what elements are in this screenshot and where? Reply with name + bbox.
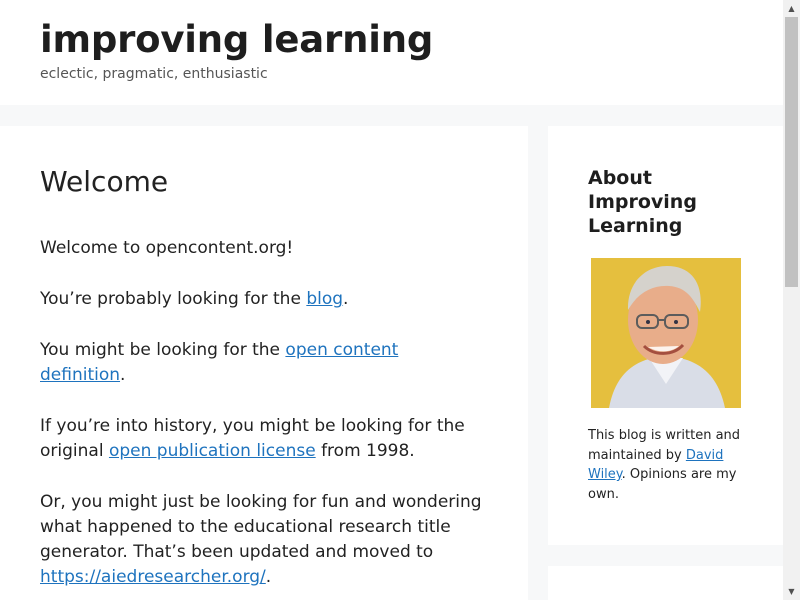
author-photo-icon [591, 258, 741, 408]
site-header: improving learning eclectic, pragmatic, … [0, 0, 783, 105]
widget-title: About Improving Learning [588, 167, 697, 237]
content-body: Welcome to opencontent.org! You’re proba… [40, 236, 485, 600]
paragraph-generator-text: Or, you might just be looking for fun an… [40, 492, 482, 562]
paragraph-definition-text: You might be looking for the [40, 340, 286, 360]
paragraph-generator-end: . [265, 567, 272, 587]
paragraph-generator: Or, you might just be looking for fun an… [40, 490, 485, 590]
page-title: Welcome [40, 165, 169, 198]
paragraph-welcome: Welcome to opencontent.org! [40, 236, 485, 261]
page: improving learning eclectic, pragmatic, … [0, 0, 800, 600]
paragraph-blog-end: . [343, 289, 349, 309]
paragraph-definition: You might be looking for the open conten… [40, 338, 485, 388]
aiedresearcher-link[interactable]: https://aiedresearcher.org/ [40, 567, 266, 587]
paragraph-history: If you’re into history, you might be loo… [40, 414, 485, 464]
author-photo [591, 258, 741, 408]
scrollbar-thumb[interactable] [785, 17, 798, 287]
widget-description: This blog is written and maintained by D… [588, 426, 748, 504]
vertical-scrollbar[interactable]: ▲ ▼ [783, 0, 800, 600]
paragraph-blog-text: You’re probably looking for the [40, 289, 307, 309]
sidebar-widget-next [548, 566, 783, 600]
site-tagline: eclectic, pragmatic, enthusiastic [40, 66, 268, 82]
paragraph-blog: You’re probably looking for the blog. [40, 287, 485, 312]
paragraph-definition-end: . [120, 365, 126, 385]
site-title[interactable]: improving learning [40, 18, 433, 61]
paragraph-welcome-text: Welcome to opencontent.org! [40, 238, 294, 258]
scroll-up-arrow-icon[interactable]: ▲ [783, 0, 800, 17]
blog-link[interactable]: blog [306, 289, 343, 309]
open-publication-license-link[interactable]: open publication license [109, 441, 316, 461]
scroll-down-arrow-icon[interactable]: ▼ [783, 583, 800, 600]
paragraph-history-end: from 1998. [315, 441, 415, 461]
